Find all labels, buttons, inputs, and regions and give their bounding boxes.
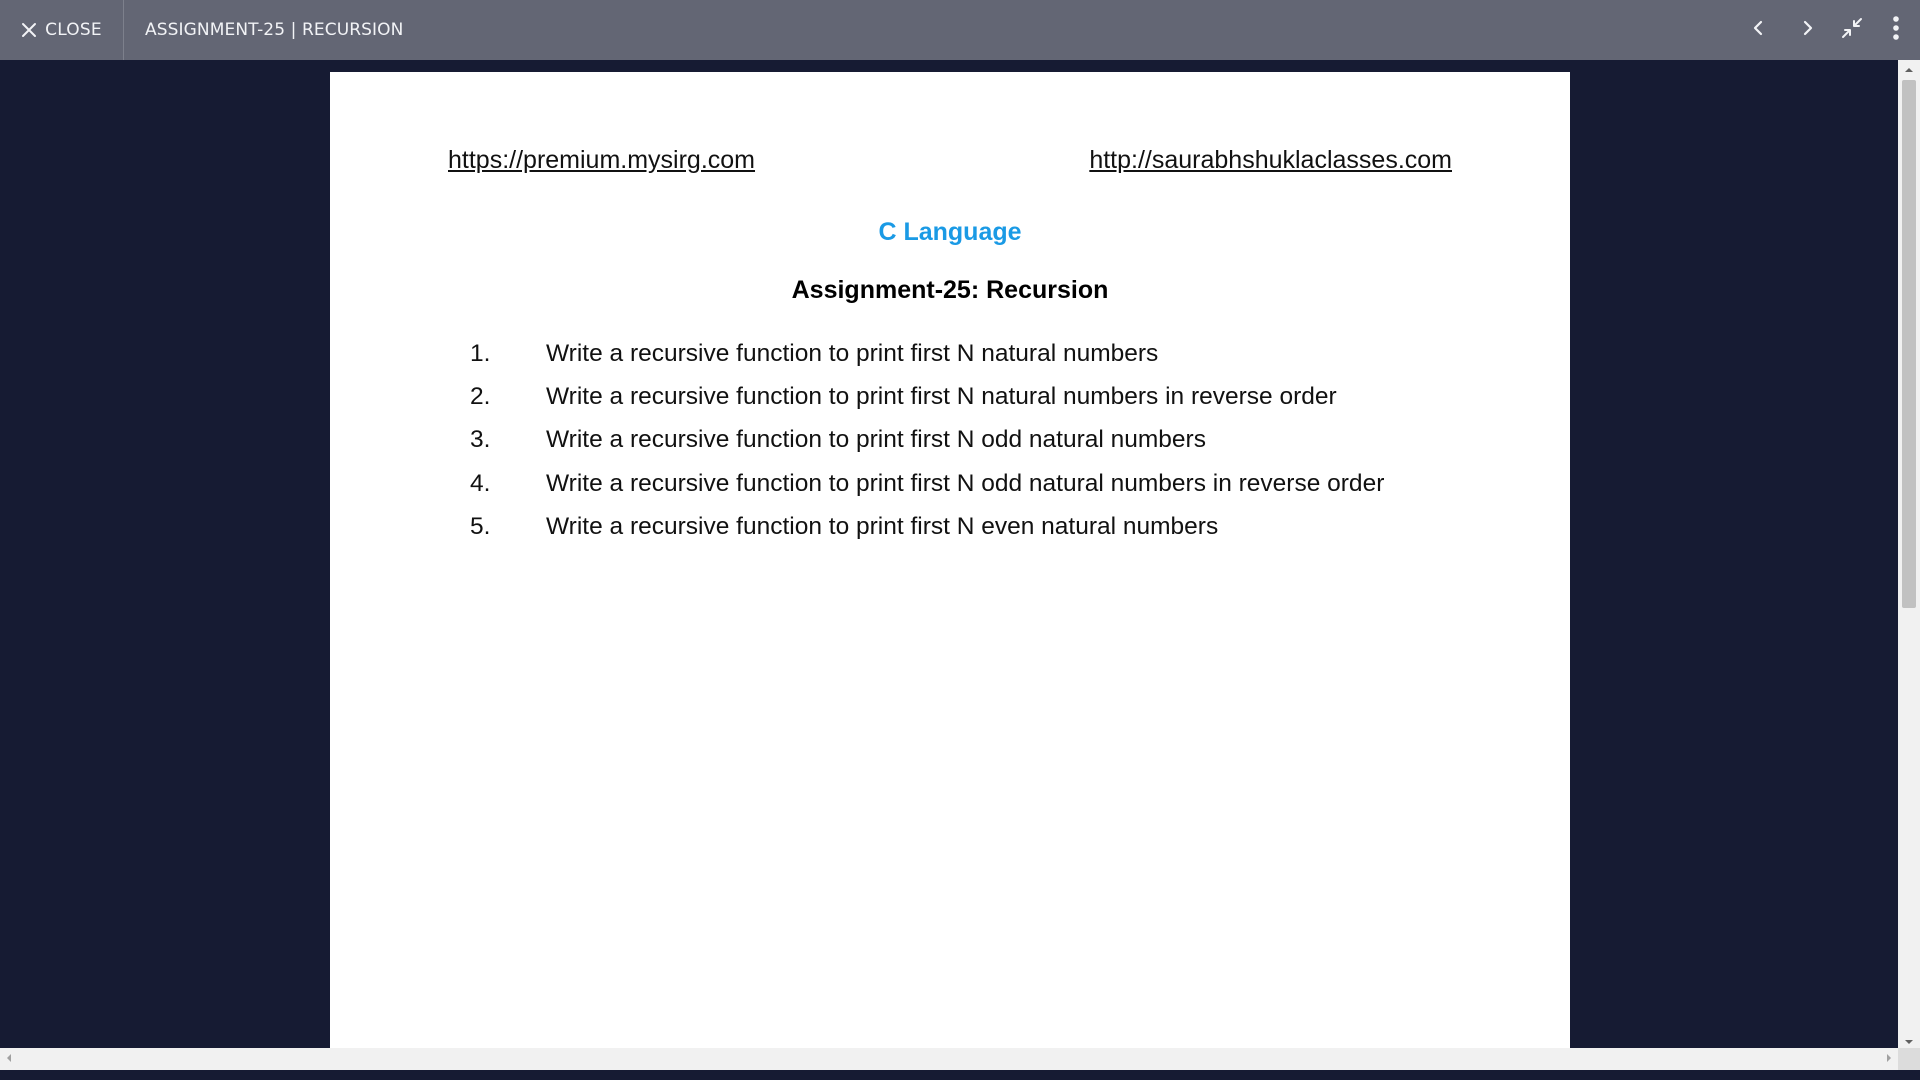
vertical-scrollbar[interactable] xyxy=(1898,60,1920,1050)
document-page: https://premium.mysirg.com http://saurab… xyxy=(330,72,1570,1050)
caret-right-icon xyxy=(1886,1050,1892,1068)
toolbar-actions xyxy=(1736,0,1920,60)
question-number: 4. xyxy=(470,469,491,497)
list-item: 4. Write a recursive function to print f… xyxy=(470,462,1384,505)
question-text: Write a recursive function to print firs… xyxy=(546,339,1159,367)
scrollbar-corner xyxy=(1898,1048,1920,1070)
question-text: Write a recursive function to print firs… xyxy=(546,426,1206,454)
header-links: https://premium.mysirg.com http://saurab… xyxy=(448,146,1452,175)
list-item: 3. Write a recursive function to print f… xyxy=(470,419,1384,462)
scroll-up-arrow[interactable] xyxy=(1898,60,1920,78)
viewer-toolbar: CLOSE ASSIGNMENT-25 | RECURSION xyxy=(0,0,1920,60)
chevron-left-icon xyxy=(1751,20,1765,41)
previous-button[interactable] xyxy=(1736,8,1780,52)
question-number: 5. xyxy=(470,512,491,540)
document-viewer: https://premium.mysirg.com http://saurab… xyxy=(0,60,1920,1080)
document-title: ASSIGNMENT-25 | RECURSION xyxy=(145,20,404,40)
close-icon xyxy=(21,22,37,38)
horizontal-scrollbar[interactable] xyxy=(0,1048,1898,1070)
chevron-right-icon xyxy=(1801,20,1815,41)
next-button[interactable] xyxy=(1786,8,1830,52)
scroll-right-arrow[interactable] xyxy=(1880,1048,1898,1070)
more-vertical-icon xyxy=(1892,15,1900,46)
collapse-icon xyxy=(1840,16,1864,45)
exit-fullscreen-button[interactable] xyxy=(1830,8,1874,52)
assignment-title: Assignment-25: Recursion xyxy=(791,276,1109,304)
caret-left-icon xyxy=(6,1050,12,1068)
caret-up-icon xyxy=(1904,60,1914,78)
list-item: 5. Write a recursive function to print f… xyxy=(470,505,1384,548)
list-item: 2. Write a recursive function to print f… xyxy=(470,375,1384,418)
bottom-strip xyxy=(0,1070,1920,1080)
subject-heading: C Language xyxy=(878,218,1022,246)
more-options-button[interactable] xyxy=(1874,8,1918,52)
question-text: Write a recursive function to print firs… xyxy=(546,512,1219,540)
vertical-scroll-thumb[interactable] xyxy=(1902,80,1916,608)
scroll-left-arrow[interactable] xyxy=(0,1048,18,1070)
link-premium-mysirg[interactable]: https://premium.mysirg.com xyxy=(448,146,755,175)
question-number: 1. xyxy=(470,339,491,367)
question-text: Write a recursive function to print firs… xyxy=(546,469,1385,497)
link-saurabhshuklaclasses[interactable]: http://saurabhshuklaclasses.com xyxy=(1089,146,1452,175)
list-item: 1. Write a recursive function to print f… xyxy=(470,332,1384,375)
question-list: 1. Write a recursive function to print f… xyxy=(470,332,1384,548)
close-button[interactable]: CLOSE xyxy=(0,0,124,60)
close-label: CLOSE xyxy=(45,20,102,40)
question-text: Write a recursive function to print firs… xyxy=(546,382,1337,410)
question-number: 3. xyxy=(470,426,491,454)
question-number: 2. xyxy=(470,382,491,410)
